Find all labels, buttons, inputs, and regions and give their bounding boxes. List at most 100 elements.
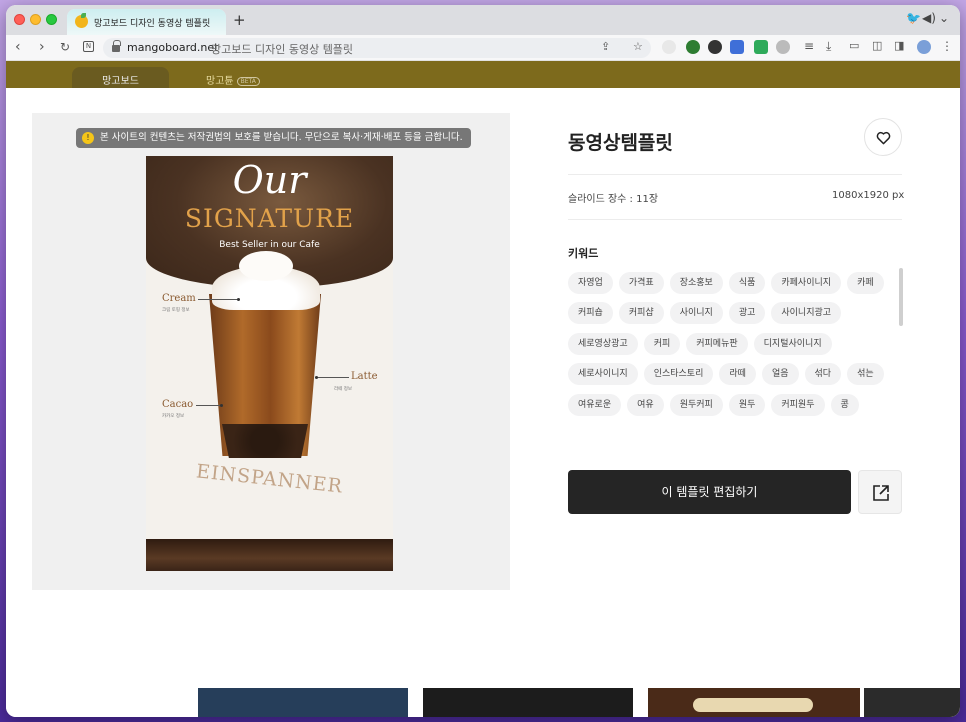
keyword-chip[interactable]: 사이니지광고 [771, 302, 842, 325]
site-tab-mangotune[interactable]: 망고튠 BETA [206, 72, 260, 87]
poster-signature-text: SIGNATURE [184, 204, 355, 233]
keyword-chip[interactable]: 원두 [728, 393, 766, 416]
gallery-card-4[interactable] [864, 688, 960, 717]
warning-icon: ! [82, 132, 94, 144]
cacao-leader-dot [220, 404, 223, 407]
back-button[interactable]: ‹ [15, 39, 21, 55]
speaker-icon[interactable]: ◀) [922, 11, 936, 25]
keyword-chip[interactable]: 섞다 [804, 363, 842, 386]
keyword-chip[interactable]: 장소홍보 [669, 272, 723, 294]
tab-strip: 망고보드 디자인 동영상 템플릿 + 🐦 ◀) ⌄ [6, 5, 960, 35]
poster-image: Our SIGNATURE Best Seller in our Cafe Cr… [146, 156, 393, 571]
poster-latte-label: Latte [351, 371, 378, 382]
url-host: mangoboard.net [127, 41, 219, 54]
lock-icon [112, 40, 121, 52]
keyword-chip[interactable]: 사이니지 [669, 302, 723, 325]
keyword-chip[interactable]: 여유로운 [568, 393, 622, 416]
gallery-card-2[interactable] [423, 688, 633, 717]
tab-list-chevron-icon[interactable]: ⌄ [939, 11, 949, 25]
download-icon[interactable]: ⤓ [826, 39, 831, 54]
keyword-chip[interactable]: 광고 [728, 302, 766, 325]
template-gallery-peek [6, 688, 960, 717]
new-tab-button[interactable]: + [233, 11, 246, 29]
keyword-chip[interactable]: 원두커피 [669, 393, 723, 416]
keywords-heading: 키워드 [568, 247, 599, 260]
keyword-chip-list: 자영업 가격표 장소홍보 식품 카페사이니지 카페 커피숍 커피샵 사이니지 광고 사이니지광고 세로… [568, 272, 894, 416]
tab-title: 망고보드 디자인 동영상 템플릿 [94, 19, 211, 29]
keyword-scrollbar[interactable] [899, 268, 903, 326]
beta-badge: BETA [236, 77, 260, 86]
edit-template-button[interactable]: 이 템플릿 편집하기 [568, 470, 851, 514]
keyword-chip[interactable]: 커피 [643, 332, 681, 355]
browser-tab[interactable]: 망고보드 디자인 동영상 템플릿 [67, 9, 226, 35]
pearl-layer [222, 424, 308, 458]
keyword-chip[interactable]: 인스타스토리 [643, 363, 714, 386]
keyword-chip[interactable]: 라떼 [719, 363, 756, 386]
extension-puzzle-icon[interactable] [776, 40, 790, 54]
heart-icon [876, 131, 891, 145]
keyword-chip[interactable]: 자영업 [568, 272, 613, 294]
url-path: 망고보드 디자인 동영상 템플릿 [211, 43, 354, 56]
keyword-chip[interactable]: 세로영상광고 [568, 332, 638, 355]
extension-translate-icon[interactable] [730, 40, 744, 54]
divider-bottom [568, 219, 902, 220]
screenshot-icon[interactable]: ◫ [872, 39, 882, 52]
poster-latte-desc: 라떼 정보 [334, 387, 352, 392]
keyword-chip[interactable]: 커피숍 [568, 302, 613, 325]
reading-list-icon[interactable]: ≡ [804, 39, 814, 53]
share-page-icon[interactable]: ⇪ [601, 40, 610, 53]
cream-leader-line [198, 299, 238, 300]
site-tab-mangoboard[interactable]: 망고보드 [72, 67, 169, 88]
poster-einspanner-text: EINSPANNER [195, 460, 344, 498]
minimize-window-button[interactable] [30, 14, 41, 25]
copyright-notice-text: 본 사이트의 컨텐츠는 저작권법의 보호를 받습니다. 무단으로 복사·게재·배… [100, 132, 463, 143]
latte-leader-dot [315, 376, 318, 379]
template-preview: Our SIGNATURE Best Seller in our Cafe Cr… [32, 113, 510, 590]
keyword-chip[interactable]: 카페사이니지 [771, 272, 842, 294]
keyword-chip[interactable]: 얼음 [761, 363, 799, 386]
favorite-button[interactable] [864, 118, 902, 156]
keyword-chip[interactable]: 식품 [728, 272, 766, 294]
keyword-chip[interactable]: 가격표 [618, 272, 664, 294]
menu-icon[interactable]: ⋮ [941, 39, 953, 53]
notion-icon[interactable]: N [83, 41, 94, 52]
reload-button[interactable]: ↻ [60, 40, 70, 54]
address-toolbar: ‹ › ↻ N mangoboard.net 망고보드 디자인 동영상 템플릿 … [6, 35, 960, 61]
site-tab-mangoboard-label: 망고보드 [102, 76, 139, 87]
extension-plus-icon[interactable] [754, 40, 768, 54]
keyword-chip[interactable]: 카페 [847, 272, 884, 294]
keyword-chip[interactable]: 여유 [627, 393, 664, 416]
address-bar[interactable]: mangoboard.net 망고보드 디자인 동영상 템플릿 ⇪ ☆ [103, 38, 651, 58]
keyword-chip[interactable]: 세로사이니지 [568, 363, 638, 386]
keyword-chip[interactable]: 디지털사이니지 [753, 332, 832, 355]
keyword-chip[interactable]: 커피메뉴판 [686, 332, 748, 355]
gallery-card-3[interactable] [648, 688, 860, 717]
slide-count: 슬라이드 장수 : 11장 [568, 194, 659, 205]
poster-cacao-label: Cacao [162, 399, 194, 410]
keyword-chip[interactable]: 콩 [830, 393, 859, 416]
template-dimensions: 1080x1920 px [832, 190, 905, 201]
gallery-card-1[interactable] [198, 688, 408, 717]
poster-cacao-desc: 카카오 정보 [162, 414, 185, 419]
template-detail-modal: Our SIGNATURE Best Seller in our Cafe Cr… [6, 88, 960, 688]
keyword-chip[interactable]: 커피원두 [771, 393, 825, 416]
poster-cream-label: Cream [162, 293, 196, 304]
external-link-icon [873, 485, 889, 501]
latte-leader-line [316, 377, 349, 378]
cast-icon[interactable]: ▭ [849, 39, 859, 52]
open-external-button[interactable] [858, 470, 902, 514]
profile-avatar[interactable] [917, 40, 931, 54]
maximize-window-button[interactable] [46, 14, 57, 25]
copyright-notice: ! 본 사이트의 컨텐츠는 저작권법의 보호를 받습니다. 무단으로 복사·게재… [76, 128, 471, 148]
forward-button[interactable]: › [39, 39, 45, 55]
sidebar-icon[interactable]: ◨ [894, 39, 904, 52]
extension-shield-icon[interactable] [686, 40, 700, 54]
close-window-button[interactable] [14, 14, 25, 25]
poster-cream-desc: 크림 토핑 정보 [162, 308, 190, 313]
extension-pen-icon[interactable] [708, 40, 722, 54]
keyword-chip[interactable]: 커피샵 [618, 302, 664, 325]
keyword-chip[interactable]: 섞는 [847, 363, 884, 386]
bookmark-star-icon[interactable]: ☆ [633, 40, 643, 53]
twitter-icon[interactable]: 🐦 [906, 11, 921, 25]
extension-g-icon[interactable] [662, 40, 676, 54]
